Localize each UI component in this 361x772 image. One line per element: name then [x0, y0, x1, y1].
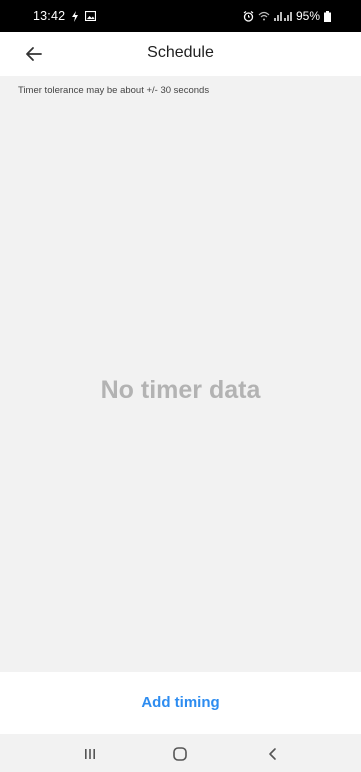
- battery-icon: [324, 10, 331, 22]
- bolt-icon: [71, 10, 79, 22]
- recent-apps-button[interactable]: [78, 745, 102, 763]
- page-title: Schedule: [147, 44, 214, 61]
- app-bar: Schedule: [0, 32, 361, 76]
- nav-back-button[interactable]: [261, 745, 285, 763]
- status-left: 13:42: [33, 9, 97, 23]
- home-icon: [172, 746, 188, 762]
- add-timing-button[interactable]: Add timing: [0, 694, 361, 711]
- timer-list-area: Timer tolerance may be about +/- 30 seco…: [0, 76, 361, 672]
- alarm-icon: [243, 10, 254, 22]
- status-time: 13:42: [33, 9, 66, 23]
- back-icon: [266, 747, 280, 761]
- recent-apps-icon: [83, 747, 97, 761]
- status-right: 95%: [243, 9, 331, 23]
- empty-state-message: No timer data: [100, 376, 261, 404]
- signal-icon: [273, 11, 292, 21]
- wifi-icon: [258, 11, 270, 21]
- status-bar: 13:42 95%: [0, 0, 361, 32]
- tolerance-note: Timer tolerance may be about +/- 30 seco…: [18, 85, 210, 96]
- gallery-icon: [85, 11, 97, 21]
- home-button[interactable]: [168, 745, 192, 763]
- system-nav-bar: [0, 734, 361, 772]
- battery-percentage: 95%: [295, 9, 320, 23]
